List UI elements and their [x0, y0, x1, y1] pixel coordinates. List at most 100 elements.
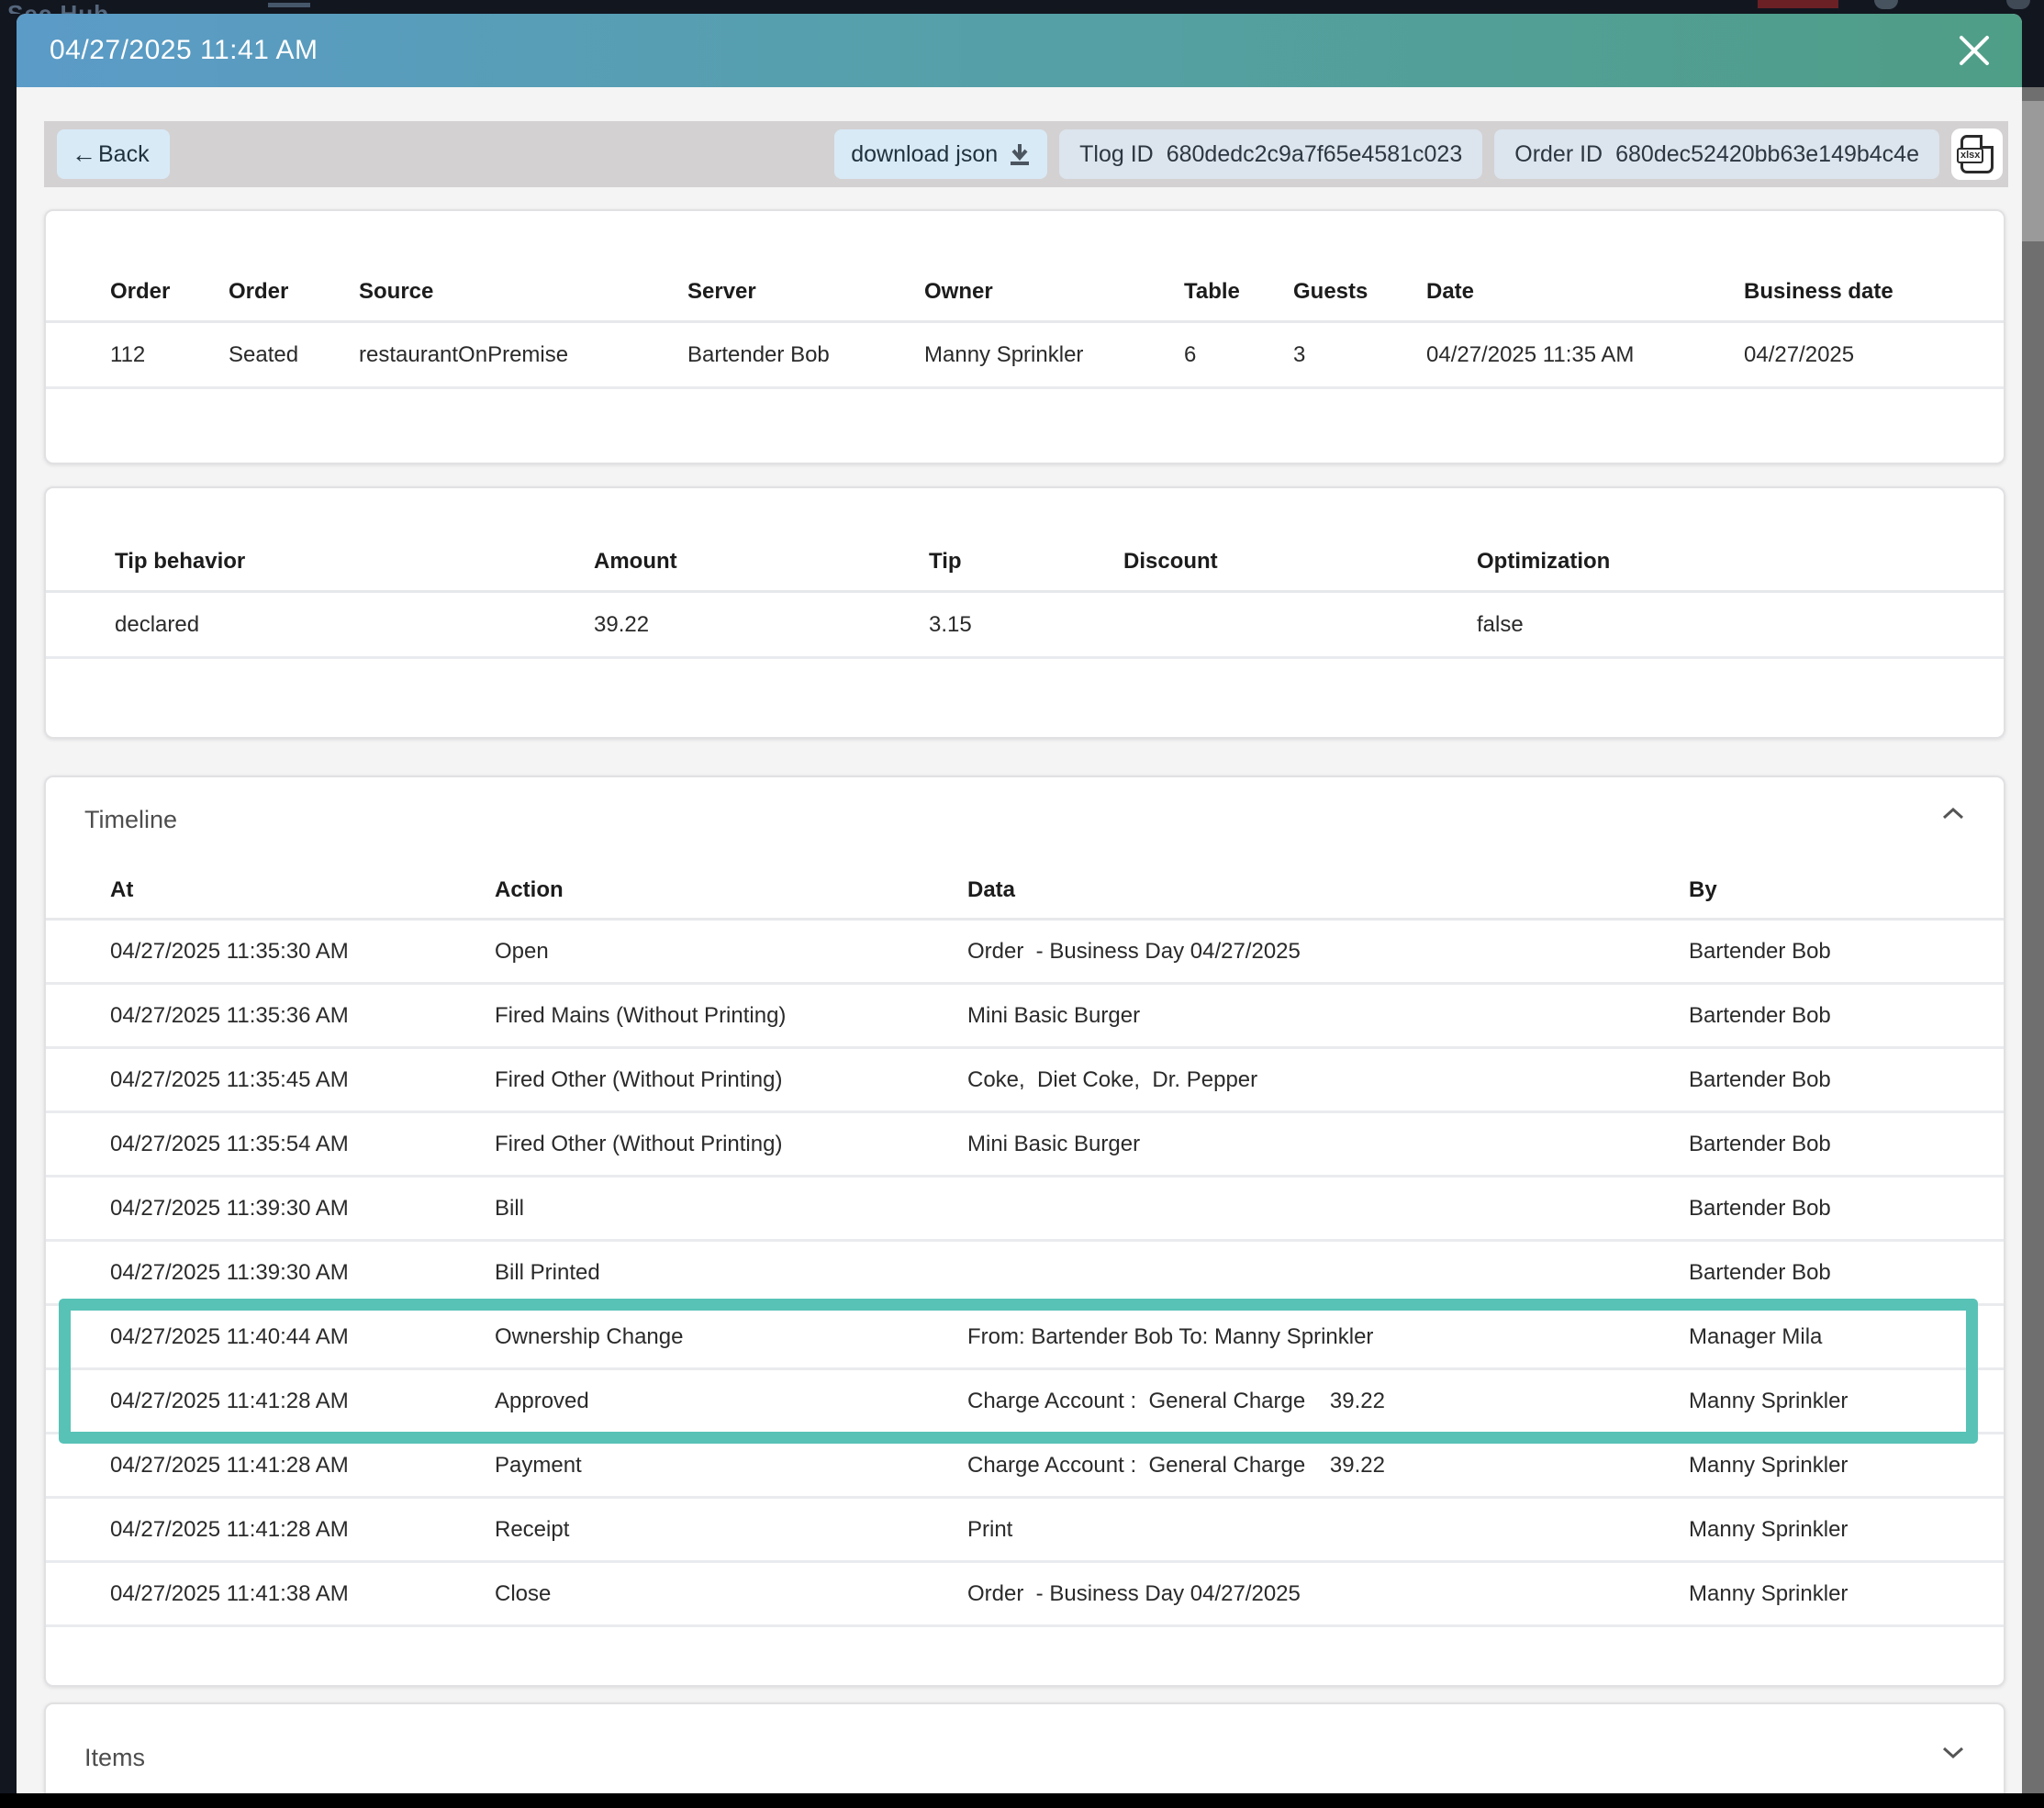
hamburger-icon	[268, 3, 310, 7]
timeline-by: Manager Mila	[1689, 1324, 2004, 1350]
column-header: Amount	[594, 549, 929, 575]
timeline-by: Bartender Bob	[1689, 939, 2004, 965]
scrollbar-thumb[interactable]	[2022, 101, 2044, 241]
column-header: Table	[1184, 279, 1293, 305]
timeline-data: Charge Account : General Charge 39.22	[967, 1389, 1689, 1414]
xlsx-icon-label: xlsx	[1957, 148, 1983, 163]
timeline-data: Mini Basic Burger	[967, 1003, 1689, 1029]
timeline-data: Charge Account : General Charge 39.22	[967, 1453, 1689, 1479]
timeline-at: 04/27/2025 11:35:45 AM	[110, 1067, 495, 1093]
timeline-by: Manny Sprinkler	[1689, 1581, 2004, 1607]
order-summary-value-row: 112 Seated restaurantOnPremise Bartender…	[46, 323, 2004, 389]
xlsx-file-icon: xlsx	[1960, 135, 1994, 173]
background-fragment	[1874, 0, 1898, 9]
chevron-down-icon	[1939, 1743, 1967, 1761]
column-header: Business date	[1744, 279, 2004, 305]
column-header: Action	[495, 877, 967, 903]
timeline-by: Bartender Bob	[1689, 1132, 2004, 1157]
download-json-label: download json	[851, 141, 998, 168]
order-detail-modal: 04/27/2025 11:41 AM ← Back download json	[17, 14, 2022, 1799]
column-header: Data	[967, 877, 1689, 903]
order-server: Bartender Bob	[687, 342, 924, 368]
tlog-id-value: 680dedc2c9a7f65e4581c023	[1167, 141, 1463, 168]
timeline-at: 04/27/2025 11:39:30 AM	[110, 1196, 495, 1222]
timeline-row: 04/27/2025 11:39:30 AM Bill Printed Bart…	[46, 1242, 2004, 1306]
column-header: Order	[229, 279, 359, 305]
expand-items-button[interactable]	[1939, 1743, 1967, 1766]
optimization: false	[1477, 612, 2004, 638]
order-source: restaurantOnPremise	[359, 342, 687, 368]
column-header: At	[110, 877, 495, 903]
timeline-at: 04/27/2025 11:39:30 AM	[110, 1260, 495, 1286]
order-id-chip: Order ID 680dec52420bb63e149b4c4e	[1494, 129, 1939, 179]
timeline-row: 04/27/2025 11:41:28 AM Payment Charge Ac…	[46, 1434, 2004, 1499]
column-header: Tip behavior	[115, 549, 594, 575]
tip-summary-card: Tip behavior Amount Tip Discount Optimiz…	[44, 486, 2005, 739]
timeline-action: Ownership Change	[495, 1324, 967, 1350]
timeline-action: Approved	[495, 1389, 967, 1414]
back-button[interactable]: ← Back	[57, 129, 170, 179]
timeline-data: Mini Basic Burger	[967, 1132, 1689, 1157]
timeline-data: From: Bartender Bob To: Manny Sprinkler	[967, 1324, 1689, 1350]
timeline-by: Manny Sprinkler	[1689, 1389, 2004, 1414]
close-icon	[1957, 33, 1992, 68]
back-arrow-icon: ←	[72, 140, 96, 169]
column-header: Guests	[1293, 279, 1426, 305]
close-button[interactable]	[1952, 28, 1996, 73]
tip: 3.15	[929, 612, 1123, 638]
tip-summary-value-row: declared 39.22 3.15 false	[46, 593, 2004, 659]
timeline-data: Order - Business Day 04/27/2025	[967, 1581, 1689, 1607]
order-table-number: 6	[1184, 342, 1293, 368]
background-app-title: Sec Hub	[7, 0, 109, 14]
amount: 39.22	[594, 612, 929, 638]
timeline-row: 04/27/2025 11:35:30 AM Open Order - Busi…	[46, 921, 2004, 985]
order-id-value: 680dec52420bb63e149b4c4e	[1615, 141, 1919, 168]
items-section-title: Items	[84, 1744, 145, 1772]
modal-title: 04/27/2025 11:41 AM	[50, 35, 318, 66]
timeline-action: Receipt	[495, 1517, 967, 1543]
timeline-row: 04/27/2025 11:41:38 AM Close Order - Bus…	[46, 1563, 2004, 1627]
timeline-action: Fired Other (Without Printing)	[495, 1132, 967, 1157]
timeline-action: Payment	[495, 1453, 967, 1479]
column-header: Order	[110, 279, 229, 305]
order-date: 04/27/2025 11:35 AM	[1426, 342, 1744, 368]
order-summary-card: Order Order Source Server Owner Table Gu…	[44, 209, 2005, 464]
tlog-id-chip: Tlog ID 680dedc2c9a7f65e4581c023	[1059, 129, 1482, 179]
timeline-action: Close	[495, 1581, 967, 1607]
bottom-edge	[0, 1793, 2044, 1808]
timeline-section-title: Timeline	[84, 806, 177, 834]
timeline-at: 04/27/2025 11:41:28 AM	[110, 1389, 495, 1414]
order-owner: Manny Sprinkler	[924, 342, 1184, 368]
vertical-scrollbar[interactable]	[2022, 87, 2044, 1808]
timeline-at: 04/27/2025 11:40:44 AM	[110, 1324, 495, 1350]
timeline-row: 04/27/2025 11:39:30 AM Bill Bartender Bo…	[46, 1177, 2004, 1242]
items-card: Items	[44, 1702, 2005, 1799]
order-id-label: Order ID	[1514, 141, 1603, 168]
timeline-at: 04/27/2025 11:35:30 AM	[110, 939, 495, 965]
timeline-action: Fired Mains (Without Printing)	[495, 1003, 967, 1029]
timeline-at: 04/27/2025 11:35:36 AM	[110, 1003, 495, 1029]
timeline-row: 04/27/2025 11:35:54 AM Fired Other (With…	[46, 1113, 2004, 1177]
column-header: Source	[359, 279, 687, 305]
timeline-row: 04/27/2025 11:35:45 AM Fired Other (With…	[46, 1049, 2004, 1113]
timeline-card: Timeline At Action Data By 04/27/2025 11…	[44, 776, 2005, 1687]
column-header: Owner	[924, 279, 1184, 305]
timeline-by: Bartender Bob	[1689, 1260, 2004, 1286]
timeline-data: Order - Business Day 04/27/2025	[967, 939, 1689, 965]
timeline-at: 04/27/2025 11:41:38 AM	[110, 1581, 495, 1607]
order-business-date: 04/27/2025	[1744, 342, 2004, 368]
order-summary-header-row: Order Order Source Server Owner Table Gu…	[46, 262, 2004, 323]
timeline-rows: 04/27/2025 11:35:30 AM Open Order - Busi…	[46, 921, 2004, 1627]
timeline-action: Open	[495, 939, 967, 965]
timeline-by: Manny Sprinkler	[1689, 1453, 2004, 1479]
timeline-at: 04/27/2025 11:35:54 AM	[110, 1132, 495, 1157]
column-header: Optimization	[1477, 549, 2004, 575]
timeline-data: Coke, Diet Coke, Dr. Pepper	[967, 1067, 1689, 1093]
timeline-header-row: At Action Data By	[46, 862, 2004, 921]
timeline-action: Bill Printed	[495, 1260, 967, 1286]
export-xlsx-button[interactable]: xlsx	[1951, 128, 2003, 180]
toolbar: ← Back download json Tlog ID 680dedc2c9a…	[44, 121, 2008, 187]
download-json-button[interactable]: download json	[834, 129, 1047, 179]
column-header: By	[1689, 877, 2004, 903]
collapse-timeline-button[interactable]	[1939, 805, 1967, 828]
